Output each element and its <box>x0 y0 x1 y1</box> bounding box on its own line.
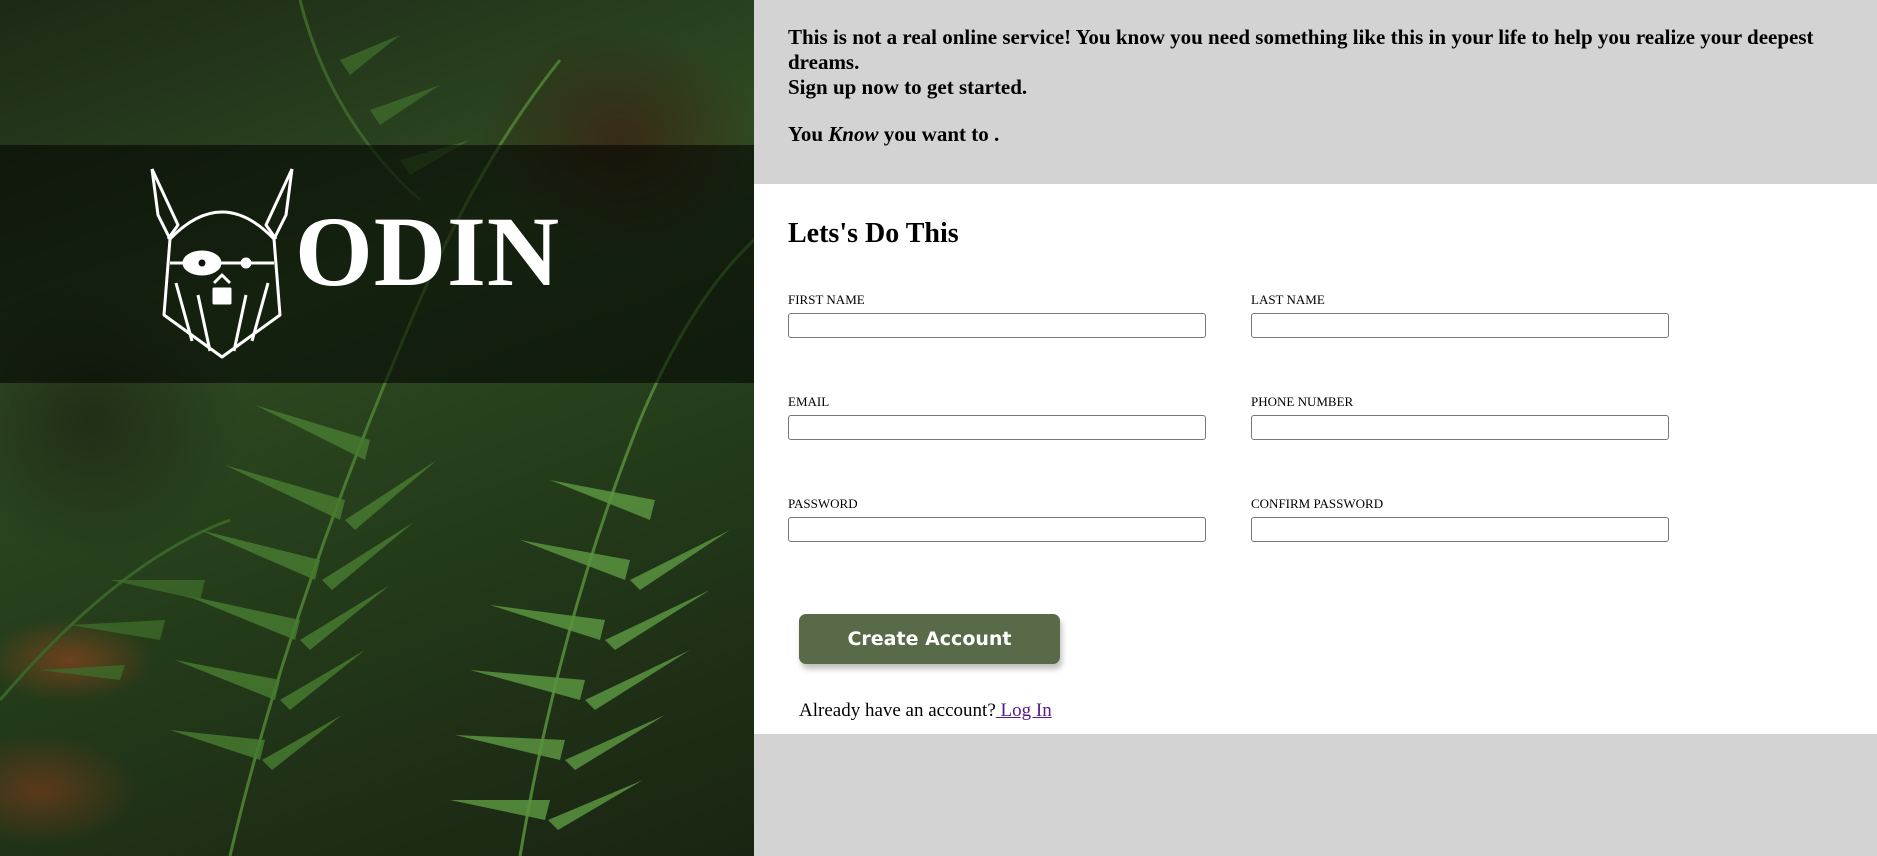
last-name-group: LAST NAME <box>1251 292 1669 394</box>
password-input[interactable] <box>788 517 1206 542</box>
last-name-label: LAST NAME <box>1251 292 1325 307</box>
first-name-input[interactable] <box>788 313 1206 338</box>
phone-input[interactable] <box>1251 415 1669 440</box>
email-input[interactable] <box>788 415 1206 440</box>
brand-wordmark: ODIN <box>295 196 561 307</box>
confirm-password-group: CONFIRM PASSWORD <box>1251 496 1669 598</box>
confirm-password-input[interactable] <box>1251 517 1669 542</box>
intro-tagline: You Know you want to . <box>788 122 1837 147</box>
intro-section: This is not a real online service! You k… <box>754 0 1877 184</box>
form-fields: FIRST NAME LAST NAME EMAIL PHONE NUMBER … <box>788 292 1877 598</box>
tagline-suffix: you want to . <box>878 122 1000 146</box>
intro-line-1: This is not a real online service! You k… <box>788 25 1814 74</box>
email-group: EMAIL <box>788 394 1206 496</box>
login-link[interactable]: Log In <box>996 700 1052 721</box>
signup-page: ODIN This is not a real online service! … <box>0 0 1877 856</box>
footer-fill <box>754 734 1877 856</box>
fern-background-image <box>0 0 754 856</box>
login-prompt-text: Already have an account? <box>799 700 996 721</box>
password-group: PASSWORD <box>788 496 1206 598</box>
first-name-group: FIRST NAME <box>788 292 1206 394</box>
content-column: This is not a real online service! You k… <box>754 0 1877 856</box>
phone-group: PHONE NUMBER <box>1251 394 1669 496</box>
intro-line-2: Sign up now to get started. <box>788 75 1028 99</box>
tagline-emphasis: Know <box>828 122 879 146</box>
create-account-button[interactable]: Create Account <box>799 614 1060 664</box>
last-name-input[interactable] <box>1251 313 1669 338</box>
form-title: Lets's Do This <box>788 218 959 249</box>
password-label: PASSWORD <box>788 496 858 511</box>
viking-head-icon <box>150 168 294 359</box>
confirm-password-label: CONFIRM PASSWORD <box>1251 496 1384 511</box>
hero-image-panel: ODIN <box>0 0 754 856</box>
login-prompt: Already have an account? Log In <box>799 700 1052 722</box>
phone-label: PHONE NUMBER <box>1251 394 1354 409</box>
tagline-prefix: You <box>788 122 829 146</box>
signup-form: Lets's Do This FIRST NAME LAST NAME EMAI… <box>754 184 1877 734</box>
email-label: EMAIL <box>788 394 830 409</box>
first-name-label: FIRST NAME <box>788 292 865 307</box>
